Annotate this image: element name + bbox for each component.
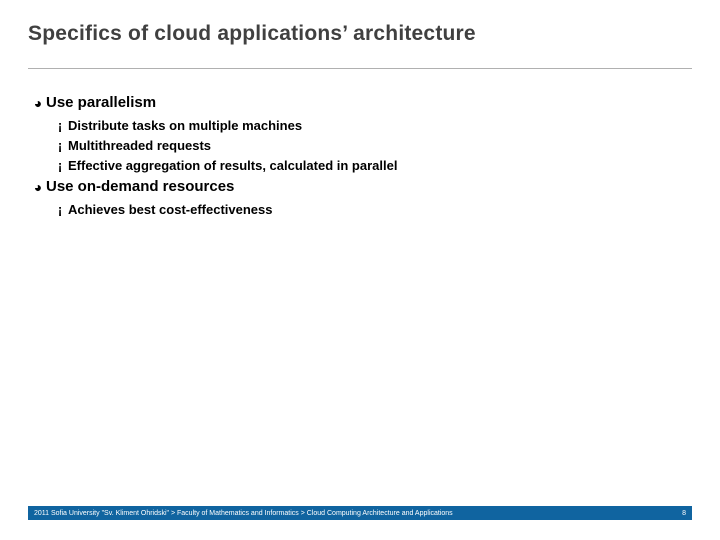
clock-bullet-icon: ◕ [30,177,46,197]
list-item-label: Multithreaded requests [68,137,211,155]
list-item-label: Use parallelism [46,93,156,113]
list-item: ¡ Achieves best cost-effectiveness [30,201,692,219]
list-item: ◕ Use parallelism [30,93,692,113]
list-item: ◕ Use on-demand resources [30,177,692,197]
list-item-label: Use on-demand resources [46,177,234,197]
list-item-label: Effective aggregation of results, calcul… [68,157,397,175]
title-rule [28,68,692,69]
page-number: 8 [682,510,686,517]
footer-bar: 2011 Sofia University "Sv. Kliment Ohrid… [28,506,692,520]
slide: Specifics of cloud applications’ archite… [0,0,720,540]
list-item: ¡ Effective aggregation of results, calc… [30,157,692,175]
list-item-label: Achieves best cost-effectiveness [68,201,272,219]
circle-bullet-icon: ¡ [52,201,68,219]
clock-bullet-icon: ◕ [30,93,46,113]
page-title: Specifics of cloud applications’ archite… [28,22,692,46]
circle-bullet-icon: ¡ [52,137,68,155]
circle-bullet-icon: ¡ [52,157,68,175]
list-item: ¡ Distribute tasks on multiple machines [30,117,692,135]
circle-bullet-icon: ¡ [52,117,68,135]
content-body: ◕ Use parallelism ¡ Distribute tasks on … [28,93,692,219]
footer-breadcrumb: 2011 Sofia University "Sv. Kliment Ohrid… [34,510,453,517]
list-item-label: Distribute tasks on multiple machines [68,117,302,135]
list-item: ¡ Multithreaded requests [30,137,692,155]
